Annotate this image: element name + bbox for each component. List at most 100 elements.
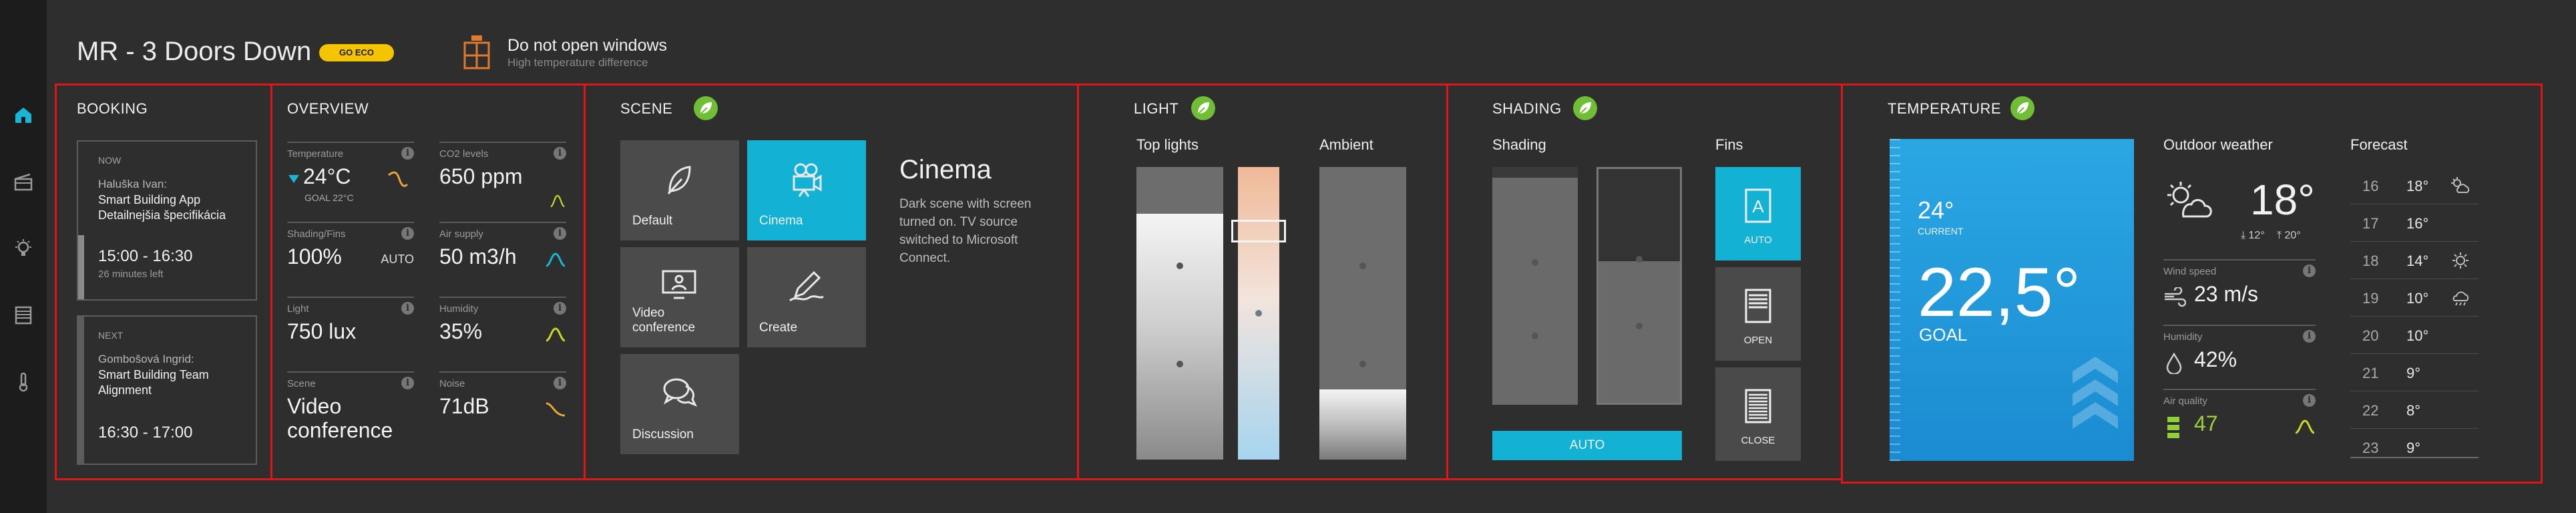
scene-tile-cinema[interactable]: Cinema bbox=[747, 140, 866, 240]
shading-slider-right[interactable] bbox=[1596, 167, 1682, 405]
fins-close-button[interactable]: CLOSE bbox=[1715, 367, 1801, 461]
scene-tile-default[interactable]: Default bbox=[620, 140, 739, 240]
info-icon[interactable]: i bbox=[401, 302, 414, 315]
droplet-icon bbox=[2166, 353, 2182, 374]
booking-now-card[interactable]: NOW Haluška Ivan: Smart Building App Det… bbox=[77, 140, 257, 301]
scene-tile-discussion[interactable]: Discussion bbox=[620, 354, 739, 454]
scene-tile-create[interactable]: Create bbox=[747, 247, 866, 347]
booking-next-tag: NEXT bbox=[98, 330, 124, 341]
overview-scene-value: Video conference bbox=[287, 394, 393, 442]
overview-scene[interactable]: Scene i Video conference bbox=[287, 371, 414, 465]
chat-bubbles-icon bbox=[659, 374, 699, 411]
forecast-title: Forecast bbox=[2350, 136, 2408, 153]
info-icon[interactable]: i bbox=[2303, 265, 2316, 277]
booking-panel: BOOKING NOW Haluška Ivan: Smart Building… bbox=[55, 83, 272, 480]
temperature-goal-card[interactable]: 24° CURRENT 22,5° GOAL bbox=[1890, 139, 2134, 461]
partly-cloudy-icon bbox=[2167, 182, 2212, 218]
shading-icon[interactable] bbox=[13, 305, 34, 326]
wind-speed-row[interactable]: Wind speed i 23 m/s bbox=[2163, 259, 2316, 329]
overview-noise[interactable]: Noise i 71dB bbox=[439, 371, 566, 465]
forecast-row: 22 8° bbox=[2350, 391, 2479, 429]
info-icon[interactable]: i bbox=[401, 377, 414, 389]
light-icon[interactable] bbox=[13, 238, 34, 259]
leaf-icon bbox=[1191, 96, 1215, 120]
info-icon[interactable]: i bbox=[401, 227, 414, 240]
shading-auto-button[interactable]: AUTO bbox=[1492, 431, 1682, 460]
humidity-row[interactable]: Humidity i 42% bbox=[2163, 325, 2316, 391]
chevron-up-icon[interactable] bbox=[2073, 357, 2118, 444]
eco-badge[interactable]: GO ECO bbox=[319, 44, 394, 61]
booking-next-name: Gombošová Ingrid: bbox=[98, 353, 194, 365]
slider-dot bbox=[1255, 310, 1262, 317]
forecast-list[interactable]: 16 18° 17 16° 18 14° 19 10° 20 10° 21 9°… bbox=[2350, 167, 2479, 457]
top-lights-label: Top lights bbox=[1136, 136, 1199, 153]
booking-next-time: 16:30 - 17:00 bbox=[98, 423, 193, 442]
overview-shading-mode: AUTO bbox=[381, 252, 414, 266]
info-icon[interactable]: i bbox=[2303, 394, 2316, 407]
current-label: CURRENT bbox=[1918, 226, 1964, 236]
fins-open-button[interactable]: OPEN bbox=[1715, 267, 1801, 361]
scene-tile-video-conference[interactable]: Video conference bbox=[620, 247, 739, 347]
overview-humidity-value: 35% bbox=[439, 319, 483, 343]
overview-air-supply[interactable]: Air supply i 50 m3/h bbox=[439, 222, 566, 295]
air-quality-label: Air quality bbox=[2163, 395, 2207, 407]
overview-panel: OVERVIEW Temperature i 24°C GOAL 22°C CO… bbox=[270, 83, 586, 480]
scene-icon[interactable] bbox=[13, 171, 34, 192]
light-panel: LIGHT Top lights Ambient bbox=[1077, 83, 1448, 480]
booking-now-left: 26 minutes left bbox=[98, 269, 164, 280]
video-camera-icon bbox=[786, 160, 826, 198]
top-lights-slider[interactable] bbox=[1136, 167, 1223, 460]
svg-text:A: A bbox=[1752, 196, 1764, 216]
overview-humidity-label: Humidity bbox=[439, 303, 479, 315]
booking-progress-bar bbox=[78, 235, 84, 299]
color-temperature-handle[interactable] bbox=[1231, 220, 1286, 242]
forecast-temp: 8° bbox=[2406, 402, 2421, 419]
cloud-sun-icon bbox=[2450, 176, 2471, 195]
air-quality-row[interactable]: Air quality i 47 bbox=[2163, 389, 2316, 458]
booking-next-bar bbox=[78, 317, 84, 464]
home-icon[interactable] bbox=[13, 104, 34, 126]
info-icon[interactable]: i bbox=[554, 302, 566, 315]
alert-subtitle: High temperature difference bbox=[507, 56, 648, 69]
forecast-hour: 20 bbox=[2362, 327, 2379, 344]
slider-dot bbox=[1359, 361, 1366, 367]
page-title: MR - 3 Doors Down bbox=[77, 37, 312, 66]
air-quality-value: 47 bbox=[2194, 411, 2218, 436]
forecast-row: 18 14° bbox=[2350, 242, 2479, 279]
overview-temperature-value: 24°C bbox=[303, 164, 351, 188]
overview-co2-value: 650 ppm bbox=[439, 164, 523, 188]
slider-dot bbox=[1176, 263, 1183, 269]
overview-light[interactable]: Light i 750 lux bbox=[287, 297, 414, 370]
trend-icon bbox=[546, 252, 566, 267]
temperature-icon[interactable] bbox=[13, 371, 34, 393]
overview-temperature[interactable]: Temperature i 24°C GOAL 22°C bbox=[287, 142, 414, 215]
fins-auto-button[interactable]: A AUTO bbox=[1715, 167, 1801, 261]
overview-shading[interactable]: Shading/Fins i 100% AUTO bbox=[287, 222, 414, 295]
scene-panel: SCENE Default Cinema Video conference Cr… bbox=[584, 83, 1079, 480]
info-icon[interactable]: i bbox=[2303, 330, 2316, 343]
info-icon[interactable]: i bbox=[554, 147, 566, 160]
booking-next-card[interactable]: NEXT Gombošová Ingrid: Smart Building Te… bbox=[77, 315, 257, 465]
overview-temperature-goal: GOAL 22°C bbox=[304, 192, 354, 203]
info-icon[interactable]: i bbox=[554, 377, 566, 389]
info-icon[interactable]: i bbox=[554, 227, 566, 240]
ambient-slider[interactable] bbox=[1319, 167, 1406, 460]
air-quality-bars-icon bbox=[2167, 417, 2179, 438]
forecast-temp: 18° bbox=[2406, 178, 2429, 194]
scene-description: Dark scene with screen turned on. TV sou… bbox=[899, 197, 1032, 265]
outdoor-low-value: 12° bbox=[2248, 230, 2265, 241]
shading-label: Shading bbox=[1492, 136, 1546, 153]
forecast-temp: 16° bbox=[2406, 215, 2429, 232]
leaf-icon bbox=[694, 96, 718, 120]
forecast-temp: 9° bbox=[2406, 440, 2421, 456]
overview-co2[interactable]: CO2 levels i 650 ppm bbox=[439, 142, 566, 215]
overview-humidity[interactable]: Humidity i 35% bbox=[439, 297, 566, 370]
overview-shading-label: Shading/Fins bbox=[287, 228, 346, 240]
info-icon[interactable]: i bbox=[401, 147, 414, 160]
shading-slider-left[interactable] bbox=[1492, 167, 1578, 405]
forecast-hour: 16 bbox=[2362, 178, 2379, 194]
scene-active-name: Cinema bbox=[899, 155, 992, 184]
outdoor-high: ⤒ 20° bbox=[2277, 230, 2301, 241]
color-temperature-slider[interactable] bbox=[1238, 167, 1279, 460]
wind-speed-value: 23 m/s bbox=[2194, 282, 2259, 306]
